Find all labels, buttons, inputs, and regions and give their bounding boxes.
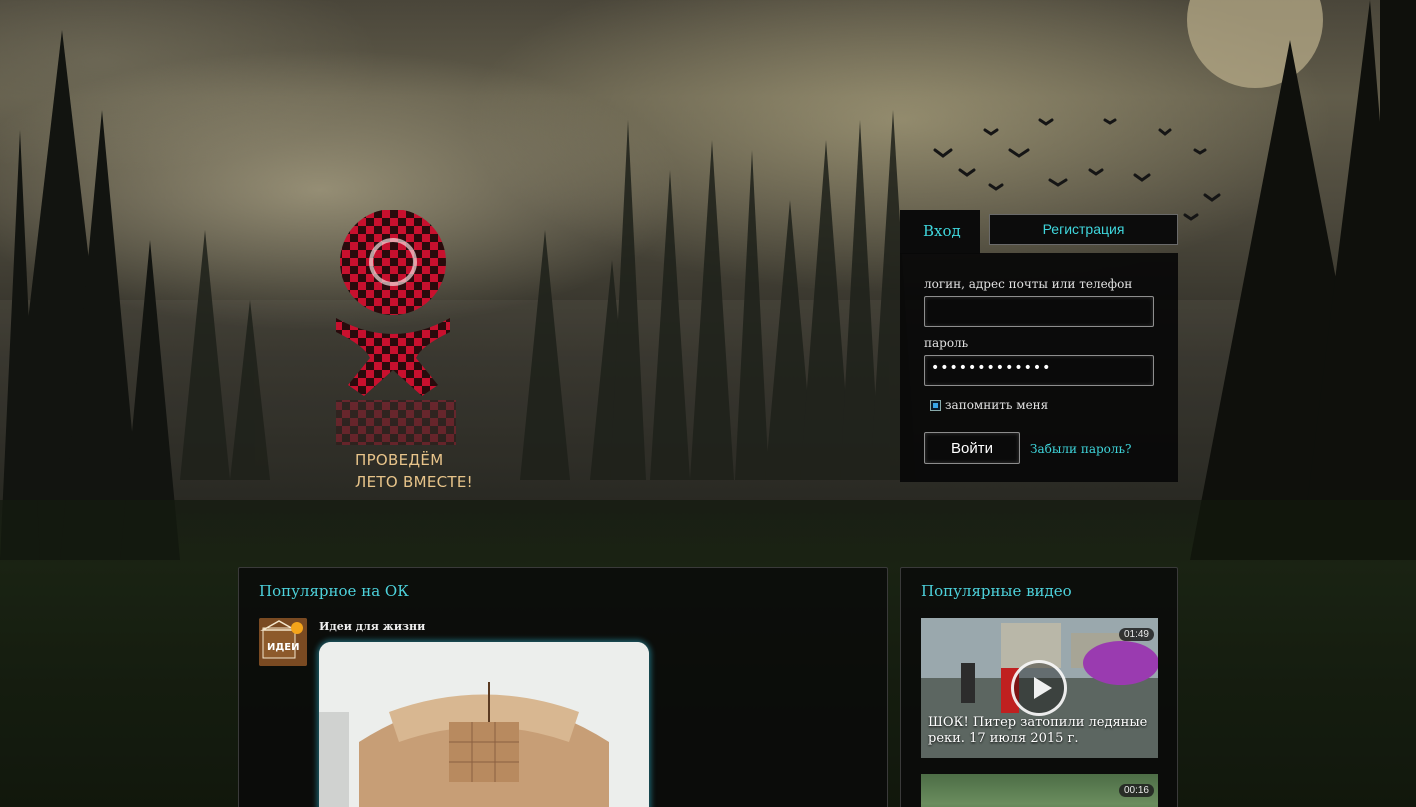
video-card[interactable]: 00:16 [921,774,1158,807]
group-name[interactable]: Идеи для жизни [319,620,425,633]
odnoklassniki-logo [336,210,456,445]
group-avatar-image: ИДЕИ [259,618,307,666]
auth-tabs: Вход Регистрация [900,210,1178,254]
login-panel: логин, адрес почты или телефон пароль ••… [900,253,1178,482]
tab-register[interactable]: Регистрация [989,214,1178,245]
videos-title: Популярные видео [921,582,1072,600]
video-duration: 01:49 [1118,628,1154,641]
password-label: пароль [924,336,969,350]
videos-panel: Популярные видео 01:49 ШОК! Питер затопи… [900,567,1178,807]
popular-title: Популярное на ОК [259,582,409,600]
remember-me[interactable]: запомнить меня [930,398,1048,412]
play-icon[interactable] [1011,660,1067,716]
video-card[interactable]: 01:49 ШОК! Питер затопили ледяные реки. … [921,618,1158,758]
promo-line-2: ЛЕТО ВМЕСТЕ! [355,473,473,491]
login-label: логин, адрес почты или телефон [924,277,1133,291]
remember-label: запомнить меня [945,398,1049,412]
group-avatar[interactable]: ИДЕИ [259,618,307,666]
remember-checkbox[interactable] [930,399,941,411]
forgot-password-link[interactable]: Забыли пароль? [1030,442,1132,456]
post-image[interactable] [319,642,649,807]
password-input[interactable]: ••••••••••••• [924,355,1154,386]
wooden-cabinet-image [319,642,649,807]
video-duration: 00:16 [1118,784,1154,797]
popular-panel: Популярное на ОК ИДЕИ Идеи для жизни [238,567,888,807]
tab-login[interactable]: Вход [900,210,980,254]
promo-text: ПРОВЕДЁМ ЛЕТО ВМЕСТЕ! [355,449,473,493]
login-button[interactable]: Войти [924,432,1020,464]
login-input[interactable] [924,296,1154,327]
svg-text:ИДЕИ: ИДЕИ [267,642,299,653]
video-caption[interactable]: ШОК! Питер затопили ледяные реки. 17 июл… [928,715,1152,747]
promo-line-1: ПРОВЕДЁМ [355,451,444,469]
